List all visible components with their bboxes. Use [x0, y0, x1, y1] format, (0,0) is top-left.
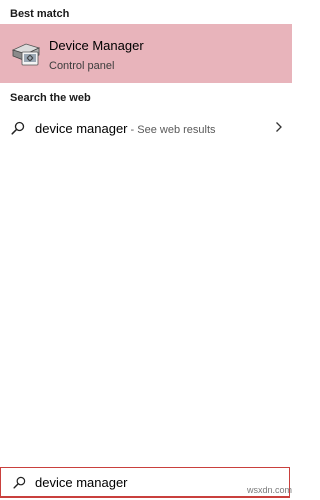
web-result-query: device manager [35, 121, 128, 136]
best-match-subtitle: Control panel [49, 60, 115, 72]
web-search-result[interactable]: device manager - See web results [0, 114, 292, 142]
device-manager-icon [11, 43, 41, 66]
web-result-text: device manager - See web results [35, 121, 216, 136]
web-result-suffix: - See web results [127, 124, 216, 136]
chevron-right-icon[interactable] [275, 121, 283, 133]
best-match-result[interactable]: Device Manager Control panel [0, 24, 292, 83]
search-icon [13, 476, 26, 489]
search-web-header: Search the web [10, 92, 91, 104]
search-input[interactable] [35, 471, 235, 493]
search-icon [11, 121, 25, 135]
search-results-panel: Best match Device Manager Control panel … [0, 0, 292, 500]
best-match-header: Best match [10, 8, 70, 20]
watermark-text: wsxdn.com [247, 485, 293, 495]
best-match-title: Device Manager [49, 38, 144, 53]
